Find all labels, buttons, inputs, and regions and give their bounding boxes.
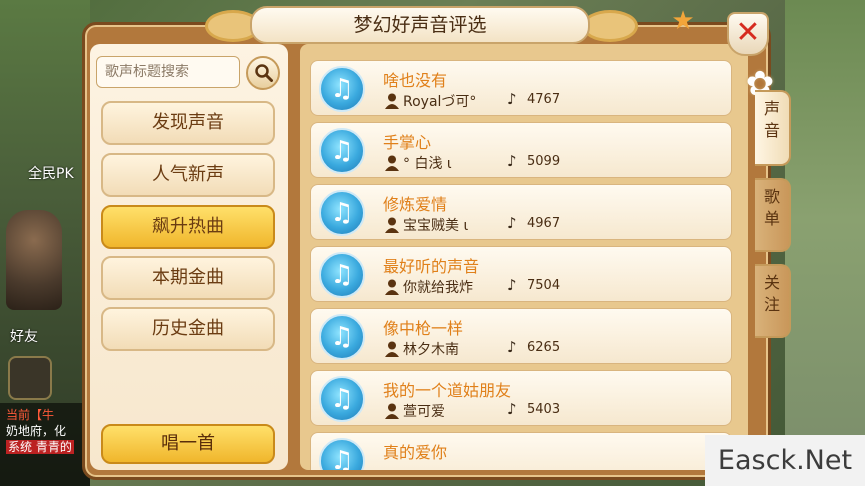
- menu-popular-new[interactable]: 人气新声: [101, 153, 275, 197]
- play-count: 7504: [527, 278, 561, 293]
- singer-name: 你就给我炸: [403, 280, 473, 296]
- play-count: 5403: [527, 402, 561, 417]
- title-ornament-right: [582, 10, 638, 42]
- singer-name: ° 白浅 ι: [403, 156, 452, 172]
- song-row[interactable]: ♫ 真的爱你: [310, 432, 732, 470]
- close-icon: ✕: [735, 15, 761, 50]
- friend-label[interactable]: 好友: [10, 326, 38, 346]
- search-input[interactable]: [96, 56, 240, 88]
- player-character: [6, 210, 62, 310]
- menu-current-hits[interactable]: 本期金曲: [101, 256, 275, 300]
- chat-line: 当前【牛: [6, 408, 55, 422]
- song-row[interactable]: ♫ 像中枪一样 林夕木南 ♪ 6265: [310, 308, 732, 364]
- singer-name: 林夕木南: [403, 342, 459, 358]
- song-row[interactable]: ♫ 啥也没有 Royalづ可° ♪ 4767: [310, 60, 732, 116]
- sing-button[interactable]: 唱一首: [101, 424, 275, 464]
- song-title: 啥也没有: [383, 71, 448, 90]
- tab-label: 关注: [763, 273, 780, 314]
- menu-trending[interactable]: 飙升热曲: [101, 205, 275, 249]
- tab-label: 歌单: [763, 187, 780, 228]
- music-disc-icon: ♫: [319, 438, 365, 470]
- song-title: 修炼爱情: [383, 195, 448, 214]
- user-icon: [385, 279, 399, 295]
- play-count: 4967: [527, 216, 561, 231]
- chat-line: 系统 青青的: [6, 440, 74, 454]
- chat-line: 奶地府，化: [6, 424, 67, 438]
- play-count: 4767: [527, 92, 561, 107]
- song-title: 我的一个道姑朋友: [383, 381, 512, 400]
- user-icon: [385, 93, 399, 109]
- song-row[interactable]: ♫ 我的一个道姑朋友 萱可爱 ♪ 5403: [310, 370, 732, 426]
- search-button[interactable]: [246, 56, 280, 90]
- panel-title: 梦幻好声音评选: [250, 6, 590, 44]
- note-icon: ♪: [507, 152, 517, 170]
- menu-history-hits[interactable]: 历史金曲: [101, 307, 275, 351]
- note-icon: ♪: [507, 276, 517, 294]
- menu-discover[interactable]: 发现声音: [101, 101, 275, 145]
- song-row[interactable]: ♫ 手掌心 ° 白浅 ι ♪ 5099: [310, 122, 732, 178]
- tab-voice[interactable]: 声音: [755, 90, 791, 166]
- music-disc-icon: ♫: [319, 252, 365, 298]
- music-disc-icon: ♫: [319, 190, 365, 236]
- user-icon: [385, 155, 399, 171]
- note-icon: ♪: [507, 90, 517, 108]
- tab-follow[interactable]: 关注: [755, 264, 791, 338]
- song-title: 最好听的声音: [383, 257, 480, 276]
- play-count: 5099: [527, 154, 561, 169]
- note-icon: ♪: [507, 338, 517, 356]
- song-list[interactable]: ♫ 啥也没有 Royalづ可° ♪ 4767 ♫ 手掌心 ° 白浅 ι ♪ 50…: [300, 44, 748, 470]
- user-icon: [385, 403, 399, 419]
- tab-label: 声音: [763, 99, 780, 140]
- note-icon: ♪: [507, 214, 517, 232]
- chat-bar: 当前【牛 奶地府，化 系统 青青的: [0, 403, 90, 486]
- song-row[interactable]: ♫ 最好听的声音 你就给我炸 ♪ 7504: [310, 246, 732, 302]
- singer-name: 萱可爱: [403, 404, 445, 420]
- song-title: 真的爱你: [383, 443, 448, 462]
- singer-name: 宝宝贼美 ι: [403, 218, 469, 234]
- music-disc-icon: ♫: [319, 66, 365, 112]
- chat-button[interactable]: [8, 356, 52, 400]
- tab-playlist[interactable]: 歌单: [755, 178, 791, 252]
- song-title: 像中枪一样: [383, 319, 464, 338]
- music-disc-icon: ♫: [319, 314, 365, 360]
- play-count: 6265: [527, 340, 561, 355]
- user-icon: [385, 217, 399, 233]
- game-background-right: [785, 0, 865, 486]
- search-icon: [255, 64, 273, 82]
- star-icon: ★: [671, 6, 695, 36]
- song-row[interactable]: ♫ 修炼爱情 宝宝贼美 ι ♪ 4967: [310, 184, 732, 240]
- pk-label[interactable]: 全民PK: [28, 163, 74, 183]
- song-title: 手掌心: [383, 133, 432, 152]
- user-icon: [385, 341, 399, 357]
- music-disc-icon: ♫: [319, 128, 365, 174]
- note-icon: ♪: [507, 400, 517, 418]
- watermark: Easck.Net: [705, 435, 865, 486]
- singer-name: Royalづ可°: [403, 94, 477, 110]
- music-disc-icon: ♫: [319, 376, 365, 422]
- close-button[interactable]: ✕: [727, 12, 769, 56]
